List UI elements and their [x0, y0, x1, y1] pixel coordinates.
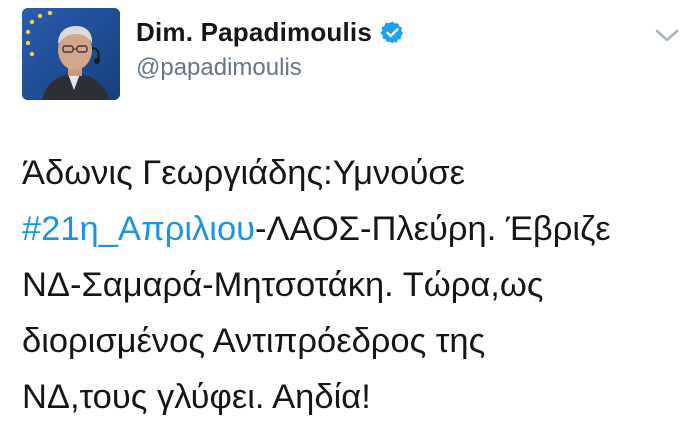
tweet-text-line-5: ΝΔ,τους γλύφει. Αηδία! [22, 378, 371, 416]
name-row: Dim. Papadimoulis [136, 12, 405, 52]
tweet-text-line-4: διορισμένος Αντιπρόεδρος της [22, 322, 486, 360]
verified-badge-icon [380, 20, 405, 45]
chevron-down-icon[interactable] [652, 26, 682, 46]
hashtag-link[interactable]: #21η_Απριλιου [22, 210, 255, 248]
tweet: Dim. Papadimoulis @papadimoulis Άδωνις Γ… [0, 0, 700, 431]
user-handle[interactable]: @papadimoulis [136, 54, 405, 82]
display-name[interactable]: Dim. Papadimoulis [136, 17, 372, 48]
tweet-text-line-1: Άδωνις Γεωργιάδης:Υμνούσε [22, 154, 466, 192]
tweet-text-line-2: #21η_Απριλιου-ΛΑΟΣ-Πλεύρη. Έβριζε [22, 201, 692, 257]
profile-photo-icon [22, 8, 120, 100]
tweet-text: Άδωνις Γεωργιάδης:Υμνούσε #21η_Απριλιου-… [22, 145, 692, 425]
tweet-text-line-2-rest: -ΛΑΟΣ-Πλεύρη. Έβριζε [255, 210, 611, 248]
user-info: Dim. Papadimoulis @papadimoulis [136, 12, 405, 82]
tweet-text-line-3: ΝΔ-Σαμαρά-Μητσοτάκη. Τώρα,ως [22, 266, 544, 304]
avatar[interactable] [22, 8, 120, 100]
